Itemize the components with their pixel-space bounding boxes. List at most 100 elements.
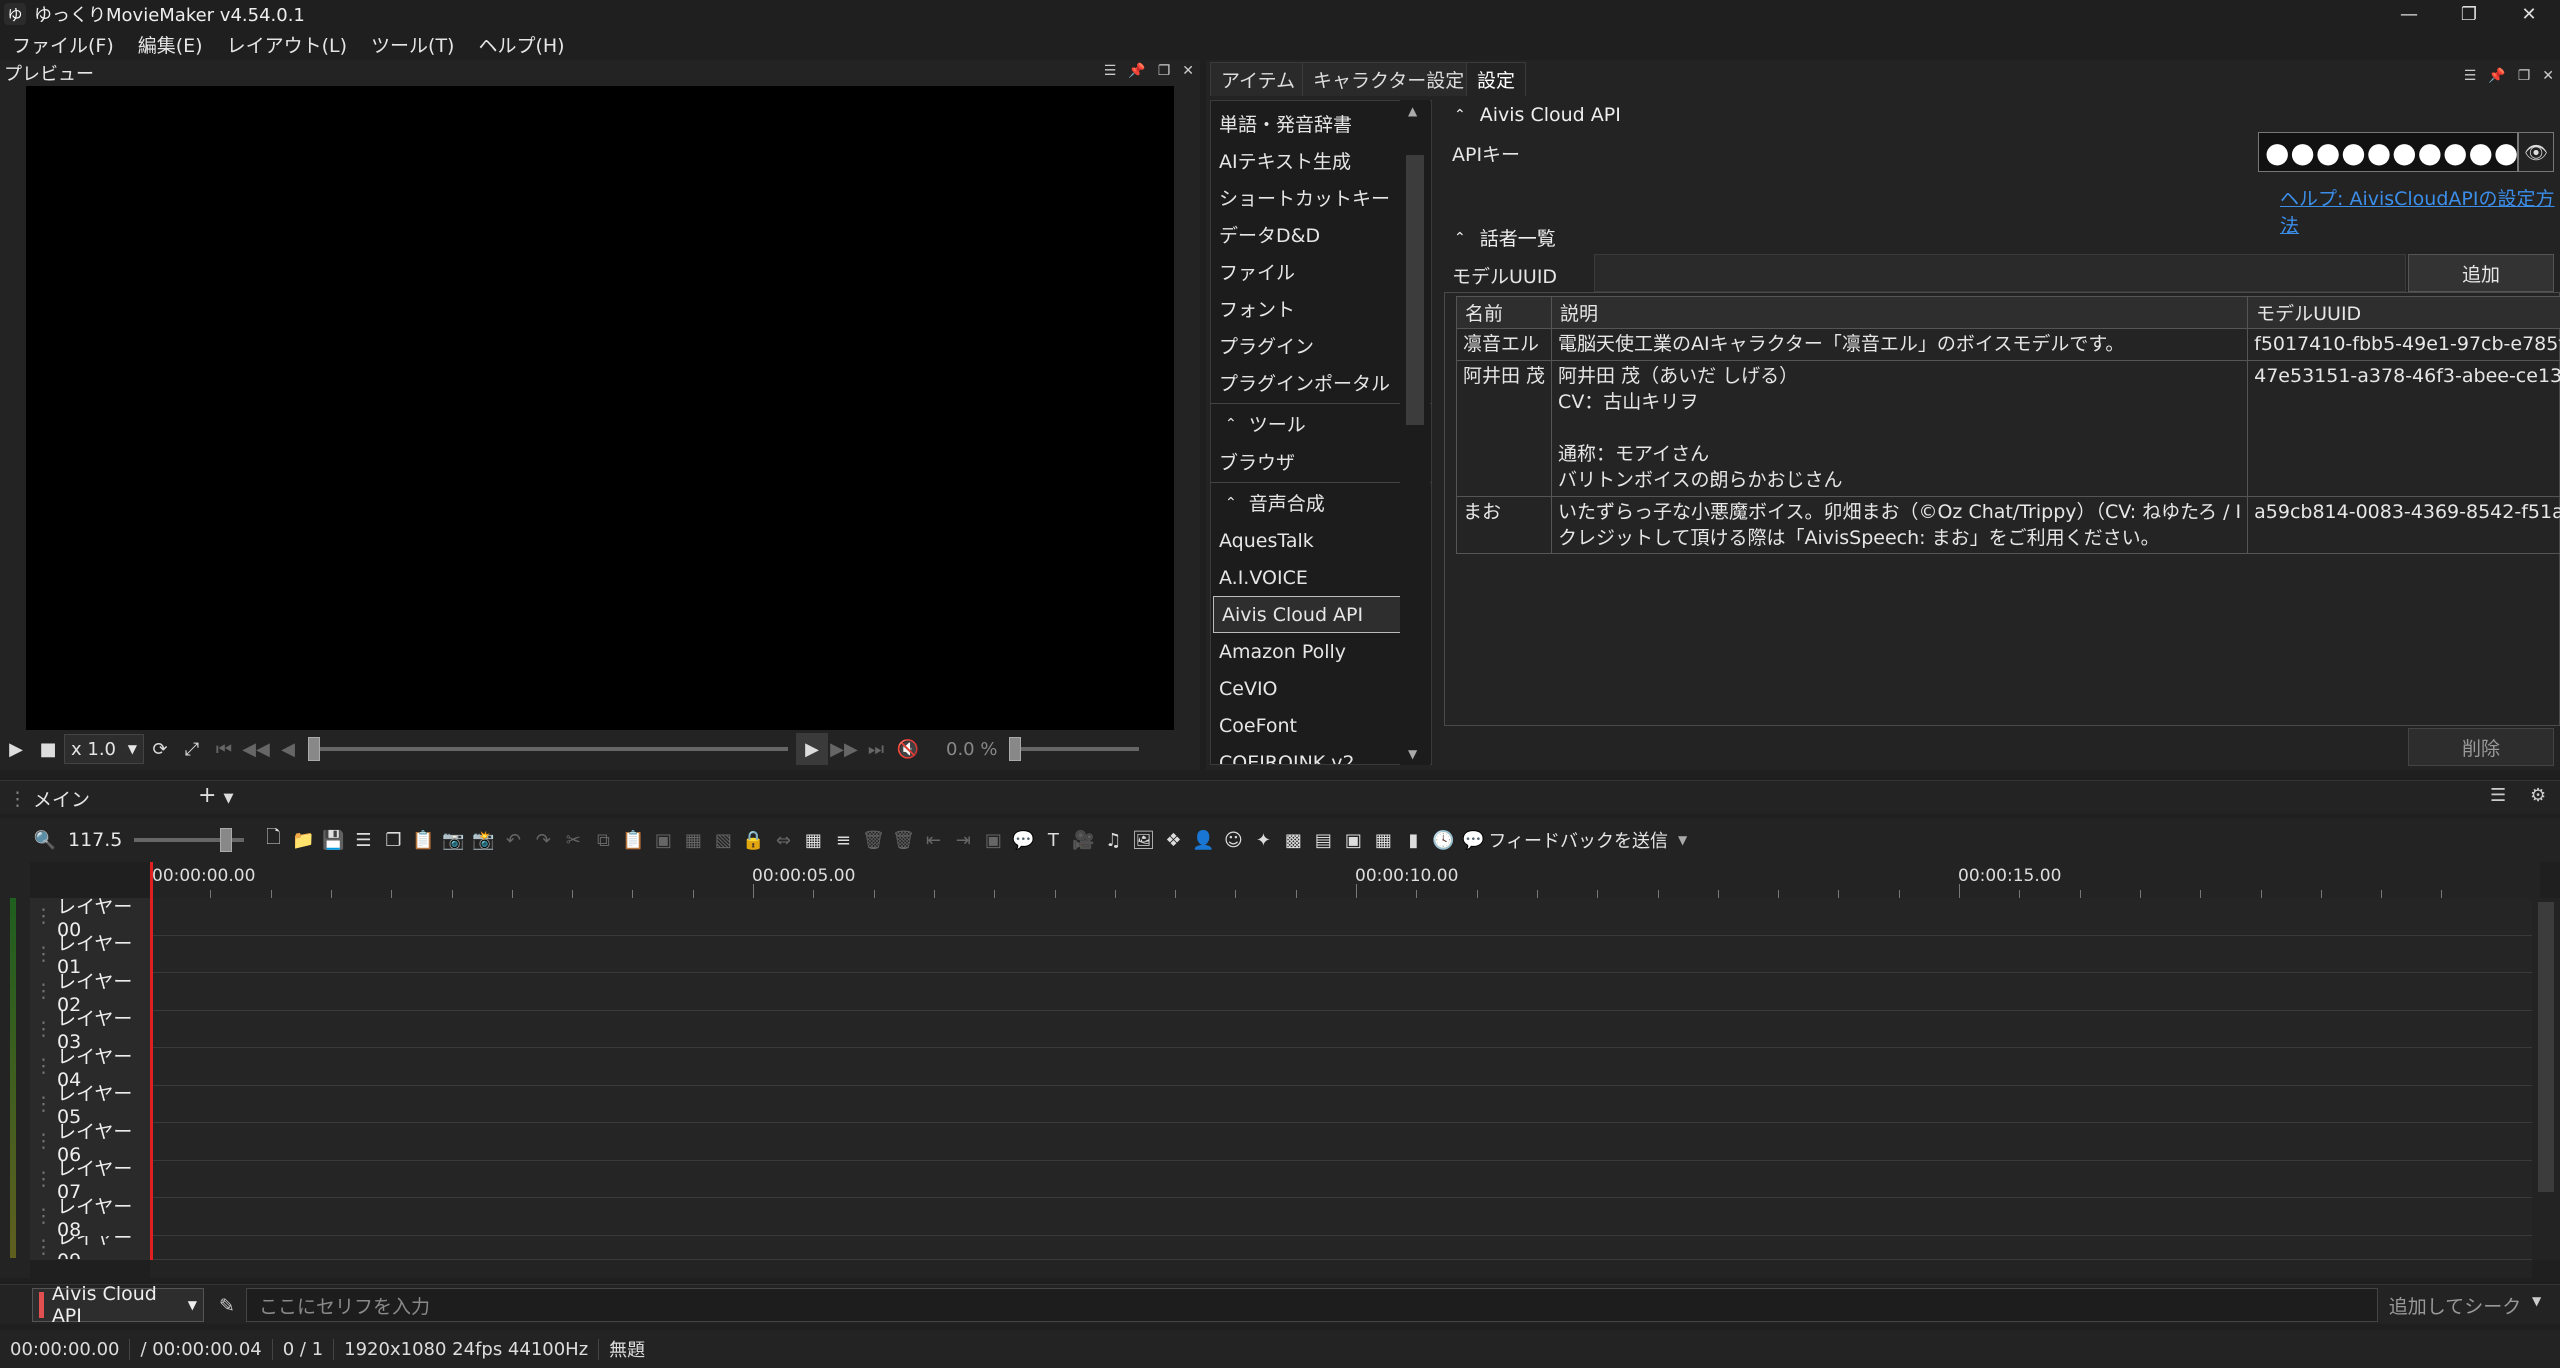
- time-ruler[interactable]: 00:00:00.00 00:00:05.00 00:00:10.00 00:0…: [150, 862, 2540, 898]
- float-icon[interactable]: ❐: [1158, 63, 1171, 79]
- preview-canvas[interactable]: [26, 86, 1174, 730]
- cut-icon[interactable]: ✂: [558, 825, 588, 855]
- save-icon[interactable]: 💾: [318, 825, 348, 855]
- nav-item[interactable]: ショートカットキー: [1211, 179, 1431, 216]
- timeline-horizontal-scrollbar[interactable]: [150, 1260, 2532, 1278]
- eye-icon[interactable]: 👁: [2518, 132, 2554, 172]
- column-header-name[interactable]: 名前: [1455, 296, 1553, 329]
- nav-item[interactable]: フォント: [1211, 290, 1431, 327]
- timeline-lanes[interactable]: [150, 898, 2532, 1260]
- volume-thumb[interactable]: [1009, 737, 1022, 761]
- zoom-icon[interactable]: 🔍: [30, 825, 60, 855]
- speech-icon[interactable]: 💬: [1008, 825, 1038, 855]
- settings-sliders-icon[interactable]: ☰: [348, 825, 378, 855]
- nav-item[interactable]: データD&D: [1211, 216, 1431, 253]
- nav-item[interactable]: ファイル: [1211, 253, 1431, 290]
- close-icon[interactable]: ✕: [1182, 63, 1194, 79]
- drag-handle-icon[interactable]: ⋮: [34, 905, 53, 927]
- sd-card-icon[interactable]: ▮: [1398, 825, 1428, 855]
- nav-scroll-thumb[interactable]: [1406, 155, 1424, 425]
- add-button[interactable]: 追加: [2408, 254, 2554, 292]
- nav-item[interactable]: ブラウザ: [1211, 443, 1431, 480]
- float-icon[interactable]: ❐: [2518, 68, 2531, 84]
- api-key-input[interactable]: ●●●●●●●●●●●●●●●: [2258, 132, 2518, 172]
- clock-icon[interactable]: 🕓: [1428, 825, 1458, 855]
- move-right-icon[interactable]: ⇥: [948, 825, 978, 855]
- paste-icon[interactable]: 📋: [408, 825, 438, 855]
- chevron-down-icon[interactable]: ▼: [2532, 1294, 2541, 1308]
- menu-icon[interactable]: ☰: [1104, 63, 1117, 79]
- group-icon[interactable]: ▦: [678, 825, 708, 855]
- nav-item[interactable]: 単語・発音辞書: [1211, 105, 1431, 142]
- video-icon[interactable]: 🎥: [1068, 825, 1098, 855]
- zoom-thumb[interactable]: [220, 828, 233, 852]
- redo-icon[interactable]: ↷: [528, 825, 558, 855]
- delete-button[interactable]: 削除: [2408, 728, 2554, 766]
- timeline-vertical-scrollbar[interactable]: [2532, 898, 2560, 1260]
- drag-handle-icon[interactable]: ⋮: [34, 1168, 53, 1190]
- minimize-button[interactable]: —: [2380, 0, 2438, 28]
- menu-file[interactable]: ファイル(F): [12, 31, 114, 58]
- drag-handle-icon[interactable]: ⋮: [34, 1130, 53, 1152]
- layer-lane[interactable]: [150, 1160, 2532, 1198]
- drag-handle-icon[interactable]: ⋮: [34, 980, 53, 1002]
- volume-slider[interactable]: [1009, 737, 1140, 761]
- drag-handle-icon[interactable]: ⋮: [34, 1055, 53, 1077]
- image-icon[interactable]: 🖼: [1128, 825, 1158, 855]
- maximize-button[interactable]: ❐: [2440, 0, 2498, 28]
- picture-icon[interactable]: ▣: [1338, 825, 1368, 855]
- nav-item[interactable]: COEIROINK v2: [1211, 744, 1431, 765]
- nav-scrollbar[interactable]: ▲ ▼: [1400, 100, 1430, 765]
- person-icon[interactable]: 👤: [1188, 825, 1218, 855]
- table-row[interactable]: まお いたずらっ子な小悪魔ボイス。卯畑まお（©Oz Chat/Trippy）（C…: [1455, 496, 2560, 554]
- nav-item[interactable]: AIテキスト生成: [1211, 142, 1431, 179]
- folder-icon[interactable]: 📁: [288, 825, 318, 855]
- scroll-down-icon[interactable]: ▼: [1408, 747, 1417, 761]
- layer-lane[interactable]: [150, 898, 2532, 936]
- menu-icon[interactable]: ☰: [2490, 785, 2506, 806]
- nav-section-tools[interactable]: ⌃ ツール: [1211, 403, 1431, 443]
- grid-icon[interactable]: ▦: [798, 825, 828, 855]
- delete-icon[interactable]: 🗑: [858, 825, 888, 855]
- nav-item[interactable]: A.I.VOICE: [1211, 559, 1431, 596]
- drag-handle-icon[interactable]: ⋮: [8, 788, 27, 810]
- layer-lane[interactable]: [150, 1198, 2532, 1236]
- table-row[interactable]: 凛音エル 電脳天使工業のAIキャラクター「凛音エル」のボイスモデルです。 f50…: [1455, 328, 2560, 361]
- layer-lane[interactable]: [150, 935, 2532, 973]
- feedback-icon[interactable]: 💬: [1458, 825, 1488, 855]
- music-icon[interactable]: ♫: [1098, 825, 1128, 855]
- copy-icon[interactable]: ❐: [378, 825, 408, 855]
- layer-lane[interactable]: [150, 1010, 2532, 1048]
- transition-icon[interactable]: ▩: [1278, 825, 1308, 855]
- face-icon[interactable]: ☺: [1218, 825, 1248, 855]
- layer-header[interactable]: ⋮レイヤー 09: [30, 1235, 150, 1260]
- clipboard-icon[interactable]: 📋: [618, 825, 648, 855]
- loop-icon[interactable]: ⟳: [144, 733, 176, 765]
- dialogue-input[interactable]: ここにセリフを入力: [246, 1288, 2378, 1322]
- menu-icon[interactable]: ☰: [2464, 68, 2477, 84]
- column-header-uuid[interactable]: モデルUUID: [2247, 296, 2560, 329]
- nav-item[interactable]: AquesTalk: [1211, 522, 1431, 559]
- mosaic-icon[interactable]: ▦: [1368, 825, 1398, 855]
- camera-icon[interactable]: 📷: [438, 825, 468, 855]
- layer-header[interactable]: ⋮ レイヤー 08: [30, 1196, 150, 1241]
- nav-item-selected[interactable]: Aivis Cloud API: [1213, 596, 1429, 633]
- add-and-seek-button[interactable]: 追加してシーク: [2380, 1288, 2530, 1322]
- expand-icon[interactable]: ⤢: [176, 733, 208, 765]
- tab-character-settings[interactable]: キャラクター設定: [1302, 62, 1476, 96]
- layer-lane[interactable]: [150, 1085, 2532, 1123]
- section-header-aivis[interactable]: ⌃ Aivis Cloud API: [1454, 104, 1621, 126]
- add-tab-icon[interactable]: + ▼: [198, 783, 233, 808]
- menu-edit[interactable]: 編集(E): [138, 31, 203, 58]
- nav-item[interactable]: プラグイン: [1211, 327, 1431, 364]
- section-header-speakers[interactable]: ⌃ 話者一覧: [1454, 224, 1556, 251]
- tachie-icon[interactable]: ▤: [1308, 825, 1338, 855]
- skip-start-icon[interactable]: ⏮: [208, 733, 240, 765]
- drag-handle-icon[interactable]: ⋮: [34, 1236, 53, 1258]
- character-select[interactable]: Aivis Cloud API ▼: [32, 1283, 204, 1327]
- help-link[interactable]: ヘルプ: AivisCloudAPIの設定方法: [2280, 184, 2560, 238]
- nav-item[interactable]: CeVIO: [1211, 670, 1431, 707]
- menu-help[interactable]: ヘルプ(H): [478, 31, 564, 58]
- prev-frame-icon[interactable]: ◀◀: [240, 733, 272, 765]
- nav-item[interactable]: Amazon Polly: [1211, 633, 1431, 670]
